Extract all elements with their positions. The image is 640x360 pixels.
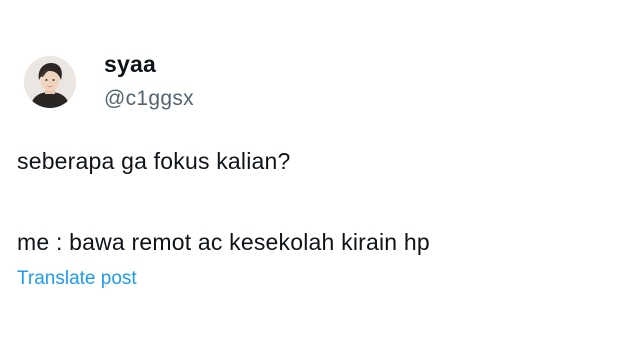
user-avatar[interactable] xyxy=(24,56,76,108)
tweet-card: syaa @c1ggsx seberapa ga fokus kalian? m… xyxy=(0,0,640,360)
author-display-name[interactable]: syaa xyxy=(104,51,156,78)
avatar-photo-icon xyxy=(24,56,76,108)
post-text-line: me : bawa remot ac kesekolah kirain hp xyxy=(17,229,430,255)
post-text-line: seberapa ga fokus kalian? xyxy=(17,148,291,174)
translate-post-link[interactable]: Translate post xyxy=(17,268,137,290)
author-handle[interactable]: @c1ggsx xyxy=(104,87,194,111)
